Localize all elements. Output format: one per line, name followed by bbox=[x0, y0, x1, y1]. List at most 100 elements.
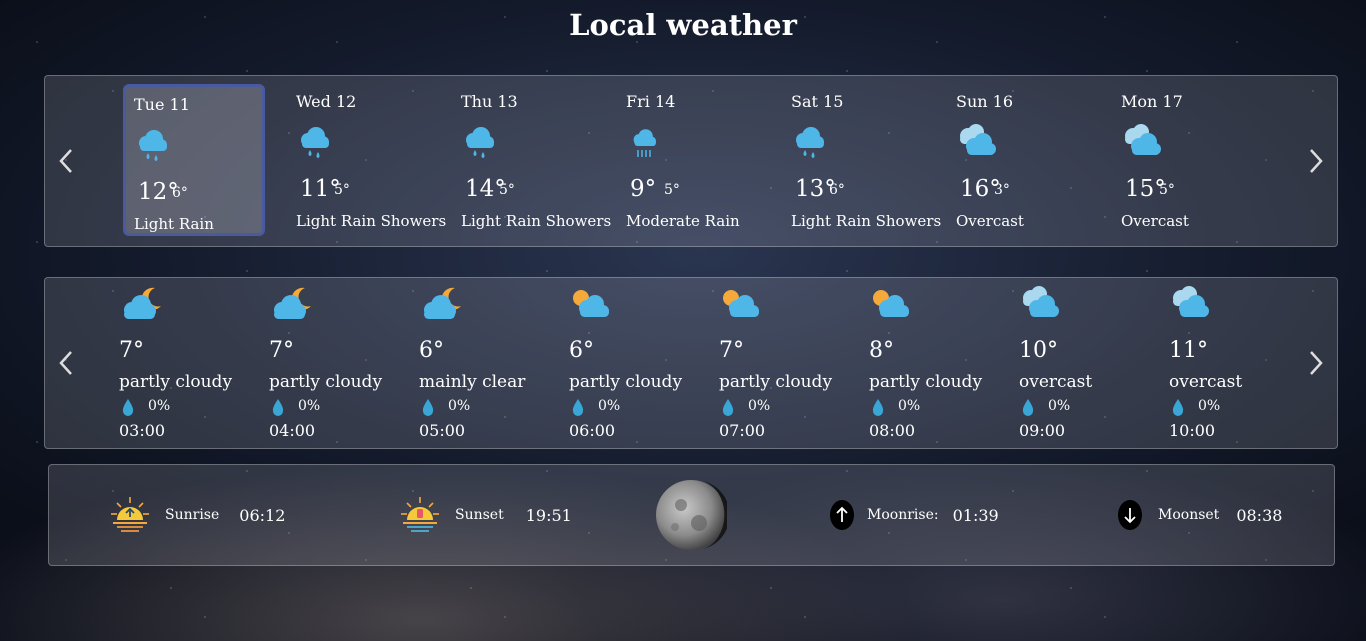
hourly-forecast-panel: 7° partly cloudy 0% 03:00 7° partly cloudy 0% 0… bbox=[44, 277, 1338, 449]
hour-card: 7° partly cloudy 0% 03:00 bbox=[117, 284, 257, 444]
chevron-left-icon bbox=[59, 351, 72, 375]
hour-condition: partly cloudy bbox=[869, 372, 983, 392]
hour-precipitation: 0% bbox=[1048, 398, 1071, 414]
overcast-icon bbox=[1119, 122, 1161, 162]
moonrise-time: 01:39 bbox=[952, 505, 999, 525]
day-high-temp: 9° bbox=[630, 176, 657, 202]
hour-condition: partly cloudy bbox=[569, 372, 683, 392]
raindrop-icon bbox=[721, 397, 735, 417]
chevron-left-icon bbox=[59, 149, 72, 173]
moonset-time: 08:38 bbox=[1236, 505, 1283, 525]
day-low-temp: 5° bbox=[334, 182, 350, 198]
hour-condition: overcast bbox=[1169, 372, 1243, 392]
cloud-sun-icon bbox=[867, 284, 913, 324]
cloud-sun-icon bbox=[717, 284, 763, 324]
hour-card: 6° partly cloudy 0% 06:00 bbox=[567, 284, 707, 444]
raindrop-icon bbox=[421, 397, 435, 417]
overcast-icon bbox=[954, 122, 996, 162]
hourly-next-button[interactable] bbox=[1305, 348, 1327, 378]
day-card[interactable]: Sun 16 16° 3° Overcast bbox=[948, 84, 1090, 236]
day-condition: Overcast bbox=[1121, 212, 1189, 230]
overcast-icon bbox=[1167, 284, 1213, 324]
hour-precipitation: 0% bbox=[298, 398, 321, 414]
day-name: Sun 16 bbox=[956, 92, 1014, 111]
raindrop-icon bbox=[871, 397, 885, 417]
hour-temp: 7° bbox=[119, 338, 144, 363]
day-card[interactable]: Sat 15 13° 6° Light Rain Showers bbox=[783, 84, 941, 236]
cloud-moon-icon bbox=[417, 284, 463, 324]
hour-card: 7° partly cloudy 0% 07:00 bbox=[717, 284, 857, 444]
hour-condition: mainly clear bbox=[419, 372, 526, 392]
day-card[interactable]: Fri 14 9° 5° Moderate Rain bbox=[618, 84, 760, 236]
raindrop-icon bbox=[571, 397, 585, 417]
sunrise-icon bbox=[111, 497, 149, 532]
hourly-prev-button[interactable] bbox=[55, 348, 77, 378]
day-low-temp: 5° bbox=[1159, 182, 1175, 198]
hour-card: 6° mainly clear 0% 05:00 bbox=[417, 284, 557, 444]
moonrise-icon bbox=[830, 500, 854, 530]
hour-precipitation: 0% bbox=[748, 398, 771, 414]
light-rain-icon bbox=[132, 125, 172, 165]
moderate-rain-icon bbox=[624, 122, 664, 162]
hour-precipitation: 0% bbox=[1198, 398, 1221, 414]
hour-time: 10:00 bbox=[1169, 421, 1216, 440]
daily-prev-button[interactable] bbox=[55, 146, 77, 176]
hour-temp: 8° bbox=[869, 338, 894, 363]
hour-condition: overcast bbox=[1019, 372, 1093, 392]
raindrop-icon bbox=[1021, 397, 1035, 417]
moon-phase-icon bbox=[656, 480, 727, 550]
hour-card: 7° partly cloudy 0% 04:00 bbox=[267, 284, 407, 444]
hour-card: 8° partly cloudy 0% 08:00 bbox=[867, 284, 1007, 444]
sunrise-label: Sunrise bbox=[165, 507, 220, 523]
hour-temp: 11° bbox=[1169, 338, 1208, 363]
day-condition: Light Rain bbox=[134, 215, 214, 233]
hour-temp: 10° bbox=[1019, 338, 1058, 363]
chevron-right-icon bbox=[1310, 351, 1323, 375]
hour-time: 08:00 bbox=[869, 421, 916, 440]
day-condition: Light Rain Showers bbox=[296, 212, 447, 230]
cloud-moon-icon bbox=[267, 284, 313, 324]
day-low-temp: 5° bbox=[664, 182, 680, 198]
day-card[interactable]: Mon 17 15° 5° Overcast bbox=[1113, 84, 1255, 236]
page-title: Local weather bbox=[569, 8, 797, 42]
moonset-icon bbox=[1118, 500, 1142, 530]
day-condition: Light Rain Showers bbox=[461, 212, 612, 230]
daily-forecast-panel: Tue 11 12° 6° Light Rain Wed 12 11° 5° Light Ra… bbox=[44, 75, 1338, 247]
day-card[interactable]: Wed 12 11° 5° Light Rain Showers bbox=[288, 84, 446, 236]
daily-next-button[interactable] bbox=[1305, 146, 1327, 176]
hour-card: 10° overcast 0% 09:00 bbox=[1017, 284, 1157, 444]
hour-precipitation: 0% bbox=[448, 398, 471, 414]
light-rain-icon bbox=[294, 122, 334, 162]
day-low-temp: 6° bbox=[829, 182, 845, 198]
day-condition: Light Rain Showers bbox=[791, 212, 942, 230]
raindrop-icon bbox=[271, 397, 285, 417]
hour-temp: 7° bbox=[269, 338, 294, 363]
raindrop-icon bbox=[121, 397, 135, 417]
chevron-right-icon bbox=[1310, 149, 1323, 173]
day-card[interactable]: Tue 11 12° 6° Light Rain bbox=[123, 84, 265, 236]
moonrise-label: Moonrise: bbox=[867, 507, 939, 523]
day-condition: Moderate Rain bbox=[626, 212, 740, 230]
hour-time: 07:00 bbox=[719, 421, 766, 440]
overcast-icon bbox=[1017, 284, 1063, 324]
hour-condition: partly cloudy bbox=[719, 372, 833, 392]
hour-precipitation: 0% bbox=[598, 398, 621, 414]
day-low-temp: 6° bbox=[172, 185, 188, 201]
day-card[interactable]: Thu 13 14° 5° Light Rain Showers bbox=[453, 84, 611, 236]
sunset-icon bbox=[401, 497, 439, 532]
day-name: Sat 15 bbox=[791, 92, 844, 111]
hour-temp: 7° bbox=[719, 338, 744, 363]
cloud-moon-icon bbox=[117, 284, 163, 324]
cloud-sun-icon bbox=[567, 284, 613, 324]
moonset-label: Moonset bbox=[1158, 507, 1220, 523]
hour-precipitation: 0% bbox=[148, 398, 171, 414]
day-name: Thu 13 bbox=[461, 92, 518, 111]
light-rain-icon bbox=[789, 122, 829, 162]
day-name: Fri 14 bbox=[626, 92, 676, 111]
hour-card: 11° overcast 0% 10:00 bbox=[1167, 284, 1307, 444]
hour-temp: 6° bbox=[569, 338, 594, 363]
day-low-temp: 5° bbox=[499, 182, 515, 198]
sunset-item: Sunset 19:51 bbox=[399, 465, 572, 565]
moonrise-item: Moonrise: 01:39 bbox=[829, 465, 999, 565]
day-low-temp: 3° bbox=[994, 182, 1010, 198]
